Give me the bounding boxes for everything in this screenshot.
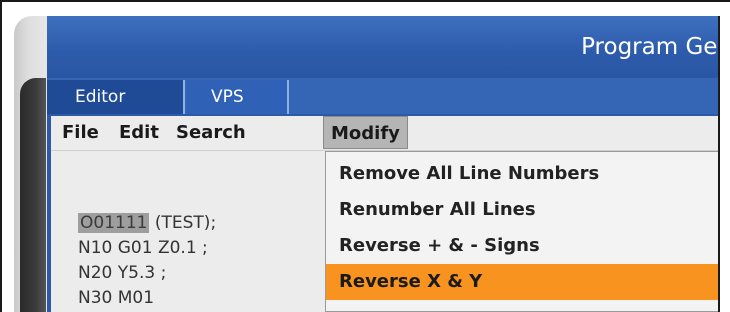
tab-bar: Editor VPS: [47, 78, 718, 114]
code-line: O01111 (TEST);: [78, 213, 216, 233]
code-line-text: (TEST);: [149, 213, 217, 233]
control-screen: Program Gen Editor VPS File Edit Search …: [47, 16, 718, 312]
code-editor[interactable]: O01111 (TEST); N10 G01 Z0.1 ; N20 Y5.3 ;…: [51, 151, 326, 312]
menu-item-remove-all-line-numbers[interactable]: Remove All Line Numbers: [326, 156, 718, 192]
window-title: Program Gen: [581, 34, 718, 60]
frame-border-right: [718, 16, 720, 312]
menu-item-renumber-all-lines[interactable]: Renumber All Lines: [326, 192, 718, 228]
tab-vps[interactable]: VPS: [187, 80, 289, 114]
title-bar: Program Gen: [47, 16, 718, 78]
menu-modify[interactable]: Modify: [323, 116, 408, 149]
code-line: N30 M01: [78, 288, 155, 308]
menu-bar: File Edit Search Modify: [51, 116, 718, 151]
menu-search[interactable]: Search: [169, 116, 253, 150]
menu-item-reverse-signs[interactable]: Reverse + & - Signs: [326, 228, 718, 264]
frame-border-left: [0, 0, 2, 312]
editor-panel: File Edit Search Modify O01111 (TEST); N…: [51, 116, 718, 312]
frame-border-top: [0, 0, 730, 2]
menu-item-reverse-x-y[interactable]: Reverse X & Y: [326, 264, 718, 300]
control-bezel-shadow: [20, 78, 46, 312]
code-line: N20 Y5.3 ;: [78, 263, 167, 283]
modify-dropdown-menu: Remove All Line Numbers Renumber All Lin…: [325, 151, 718, 312]
code-line: N10 G01 Z0.1 ;: [78, 238, 208, 258]
menu-edit[interactable]: Edit: [112, 116, 166, 150]
tab-editor[interactable]: Editor: [47, 80, 185, 114]
menu-file[interactable]: File: [55, 116, 106, 150]
program-number-highlight: O01111: [78, 213, 150, 233]
screenshot-frame: Program Gen Editor VPS File Edit Search …: [0, 0, 730, 312]
